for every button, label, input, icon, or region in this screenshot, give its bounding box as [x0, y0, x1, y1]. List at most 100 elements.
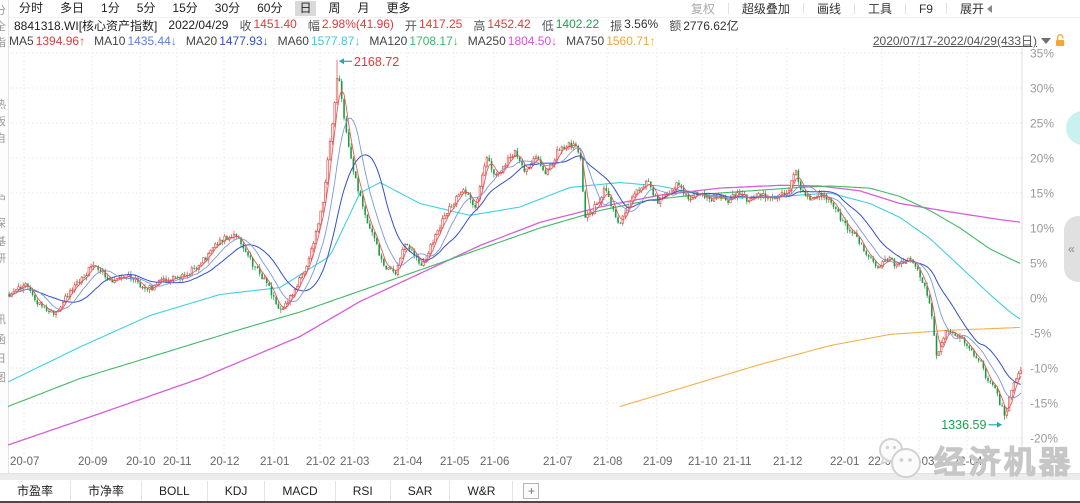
indicator-tab-bar: 市盈率市净率BOLLKDJMACDRSISARW&R + [0, 480, 1080, 503]
x-tick-21-08: 21-08 [593, 456, 622, 468]
quote-date: 2022/04/29 [168, 18, 228, 32]
side-panel-handle[interactable]: « [1064, 216, 1080, 282]
period-tab-30分[interactable]: 30分 [211, 1, 244, 16]
indicator-tab-KDJ[interactable]: KDJ [208, 481, 266, 501]
x-tick-22-02: 22-02 [868, 456, 897, 468]
indicator-tab-市净率[interactable]: 市净率 [71, 481, 142, 501]
unlocked-padlock-icon[interactable] [1055, 34, 1066, 47]
x-tick-21-10: 21-10 [688, 456, 717, 468]
ma-item-MA20: MA201477.93↓ [186, 34, 269, 48]
indicator-tab-BOLL[interactable]: BOLL [142, 481, 208, 501]
ma-item-MA120: MA1201708.17↓ [369, 34, 458, 48]
candles [8, 60, 1021, 420]
x-tick-21-02: 21-02 [306, 456, 335, 468]
tool-超级叠加[interactable]: 超级叠加 [742, 0, 790, 17]
x-tick-21-09: 21-09 [643, 456, 672, 468]
svg-text:5%: 5% [1030, 257, 1048, 271]
ma-item-MA750: MA7501560.71↑ [566, 34, 655, 48]
quote-value-额: 2776.62亿 [683, 17, 738, 34]
period-tab-多日[interactable]: 多日 [56, 1, 88, 16]
period-tab-60分[interactable]: 60分 [253, 1, 286, 16]
period-tab-日[interactable]: 日 [295, 1, 315, 16]
quote-field-额: 额2776.62亿 [669, 17, 738, 34]
ma-item-MA10: MA101435.44↓ [94, 34, 177, 48]
period-tab-更多[interactable]: 更多 [383, 1, 415, 16]
svg-text:0%: 0% [1030, 292, 1048, 306]
svg-text:15%: 15% [1030, 187, 1054, 201]
ma-value-MA750: 1560.71↑ [606, 34, 655, 48]
ma5-line [9, 90, 1021, 409]
x-tick-21-03: 21-03 [340, 456, 369, 468]
x-tick-21-05: 21-05 [440, 456, 469, 468]
quote-field-振: 振3.56% [610, 17, 658, 34]
quote-value-幅: 2.98%(41.96) [322, 17, 394, 34]
x-tick-21-07: 21-07 [543, 456, 572, 468]
left-strip-glyph: 全 [0, 18, 9, 34]
x-axis-labels: 20-07 20-09 20-10 20-11 20-12 21-01 21-02 21-03… [0, 456, 1080, 472]
tool-F9[interactable]: F9 [919, 2, 933, 16]
quote-value-振: 3.56% [624, 17, 658, 34]
svg-text:25%: 25% [1030, 117, 1054, 131]
period-tab-5分[interactable]: 5分 [133, 1, 160, 16]
ma-value-MA10: 1435.44↓ [127, 34, 176, 48]
x-tick-20-09: 20-09 [78, 456, 107, 468]
indicator-tab-MACD[interactable]: MACD [265, 481, 335, 501]
svg-text:35%: 35% [1030, 48, 1054, 61]
indicator-tab-RSI[interactable]: RSI [336, 481, 391, 501]
toolbar-right-tools: 复权 超级叠加 画线 工具 F9 展开 [691, 0, 992, 17]
ma-item-MA5: MA51394.96↑ [9, 34, 85, 48]
left-strip-glyph: 分 [0, 2, 9, 18]
ma-value-MA5: 1394.96↑ [36, 34, 85, 48]
ma-value-MA250: 1804.50↓ [508, 34, 557, 48]
tool-工具[interactable]: 工具 [868, 0, 892, 17]
x-tick-20-07: 20-07 [10, 456, 39, 468]
period-tab-1分[interactable]: 1分 [97, 1, 124, 16]
x-tick-22-04: 22-04 [953, 456, 982, 468]
collapse-left-icon: « [1068, 242, 1075, 256]
quote-fields: 收1451.40幅2.98%(41.96)开1417.25高1452.42低14… [239, 17, 738, 34]
ma-item-MA60: MA601577.87↓ [278, 34, 361, 48]
x-tick-21-01: 21-01 [260, 456, 289, 468]
chart-grid [8, 48, 1022, 455]
x-tick-21-04: 21-04 [393, 456, 422, 468]
ma-value-MA20: 1477.93↓ [219, 34, 268, 48]
svg-text:-20%: -20% [1030, 432, 1058, 446]
period-tab-月[interactable]: 月 [354, 1, 374, 16]
svg-text:10%: 10% [1030, 222, 1054, 236]
x-tick-21-06: 21-06 [480, 456, 509, 468]
period-tab-list: 分时多日 1分 5分 15分 30分 60分日周月更多 [9, 1, 415, 16]
symbol-name: 8841318.WI[核心资产指数] [14, 17, 157, 34]
indicator-tab-W&R[interactable]: W&R [450, 481, 513, 501]
x-tick-20-11: 20-11 [163, 456, 192, 468]
tool-画线[interactable]: 画线 [817, 0, 841, 17]
x-tick-22-01: 22-01 [830, 456, 859, 468]
tool-展开[interactable]: 展开 [960, 0, 992, 17]
ma10-line [9, 118, 1021, 397]
quote-field-高: 高1452.42 [473, 17, 530, 34]
svg-text:20%: 20% [1030, 152, 1054, 166]
chevron-down-icon[interactable] [1041, 38, 1051, 44]
collapse-left-arrow-icon [987, 5, 992, 13]
low-price-label: 1336.59 [941, 418, 986, 432]
candlestick-chart[interactable]: 35%30%25%20%15%10%5%0%-5%-10%-15%-20%216… [8, 48, 1080, 455]
period-tab-周[interactable]: 周 [325, 1, 345, 16]
period-tab-分时[interactable]: 分时 [15, 1, 47, 16]
svg-text:-10%: -10% [1030, 362, 1058, 376]
quote-value-低: 1402.22 [556, 17, 599, 34]
date-range-selector[interactable]: 2020/07/17-2022/04/29(433日) [873, 33, 1066, 48]
x-tick-22-03: 22-03 [905, 456, 934, 468]
quote-value-收: 1451.40 [253, 17, 296, 34]
quote-bar: 8841318.WI[核心资产指数] 2022/04/29 收1451.40幅2… [9, 17, 1080, 33]
quote-field-幅: 幅2.98%(41.96) [308, 17, 394, 34]
ma-value-MA60: 1577.87↓ [311, 34, 360, 48]
quote-field-低: 低1402.22 [542, 17, 599, 34]
period-tab-15分[interactable]: 15分 [168, 1, 201, 16]
add-indicator-button[interactable]: + [523, 483, 539, 499]
indicator-tab-SAR[interactable]: SAR [391, 481, 451, 501]
x-tick-20-12: 20-12 [210, 456, 239, 468]
quote-field-开: 开1417.25 [405, 17, 462, 34]
tool-复权[interactable]: 复权 [691, 0, 715, 17]
x-tick-21-11: 21-11 [723, 456, 752, 468]
indicator-tab-市盈率[interactable]: 市盈率 [0, 481, 71, 501]
x-tick-20-10: 20-10 [126, 456, 155, 468]
